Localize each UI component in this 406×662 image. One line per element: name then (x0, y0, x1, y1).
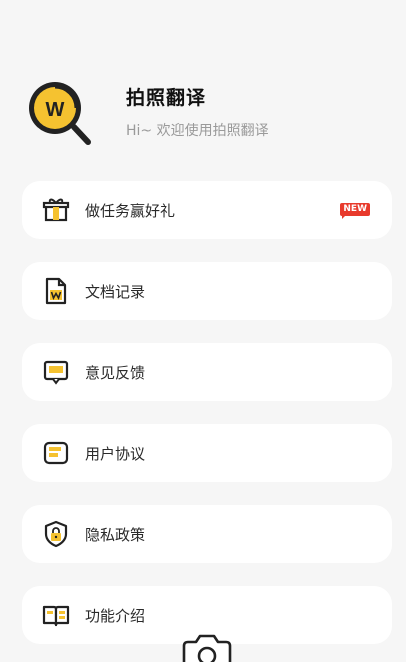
profile-header: W 拍照翻译 Hi~ 欢迎使用拍照翻译 (22, 76, 269, 148)
document-icon (41, 276, 71, 306)
camera-icon (182, 634, 232, 662)
gift-icon (41, 195, 71, 225)
menu-item-feedback[interactable]: 意见反馈 (22, 343, 392, 401)
book-icon (41, 600, 71, 630)
menu-item-documents[interactable]: 文档记录 (22, 262, 392, 320)
privacy-shield-icon (41, 519, 71, 549)
app-logo: W (22, 76, 94, 148)
agreement-icon (41, 438, 71, 468)
new-badge: NEW (340, 203, 370, 219)
menu-item-tasks[interactable]: 做任务赢好礼 NEW (22, 181, 392, 239)
camera-button[interactable] (180, 634, 234, 662)
menu-item-agreement[interactable]: 用户协议 (22, 424, 392, 482)
menu-item-label: 功能介绍 (85, 606, 146, 625)
welcome-subtitle: Hi~ 欢迎使用拍照翻译 (126, 122, 269, 139)
menu-item-label: 用户协议 (85, 444, 146, 463)
menu-item-label: 意见反馈 (85, 363, 146, 382)
menu-item-label: 隐私政策 (85, 525, 146, 544)
app-title: 拍照翻译 (126, 86, 207, 109)
feedback-icon (41, 357, 71, 387)
menu-item-label: 做任务赢好礼 (85, 201, 176, 220)
magnifier-logo-icon: W (29, 82, 91, 145)
menu-item-privacy[interactable]: 隐私政策 (22, 505, 392, 563)
svg-text:W: W (46, 99, 65, 121)
menu-item-label: 文档记录 (85, 282, 146, 301)
